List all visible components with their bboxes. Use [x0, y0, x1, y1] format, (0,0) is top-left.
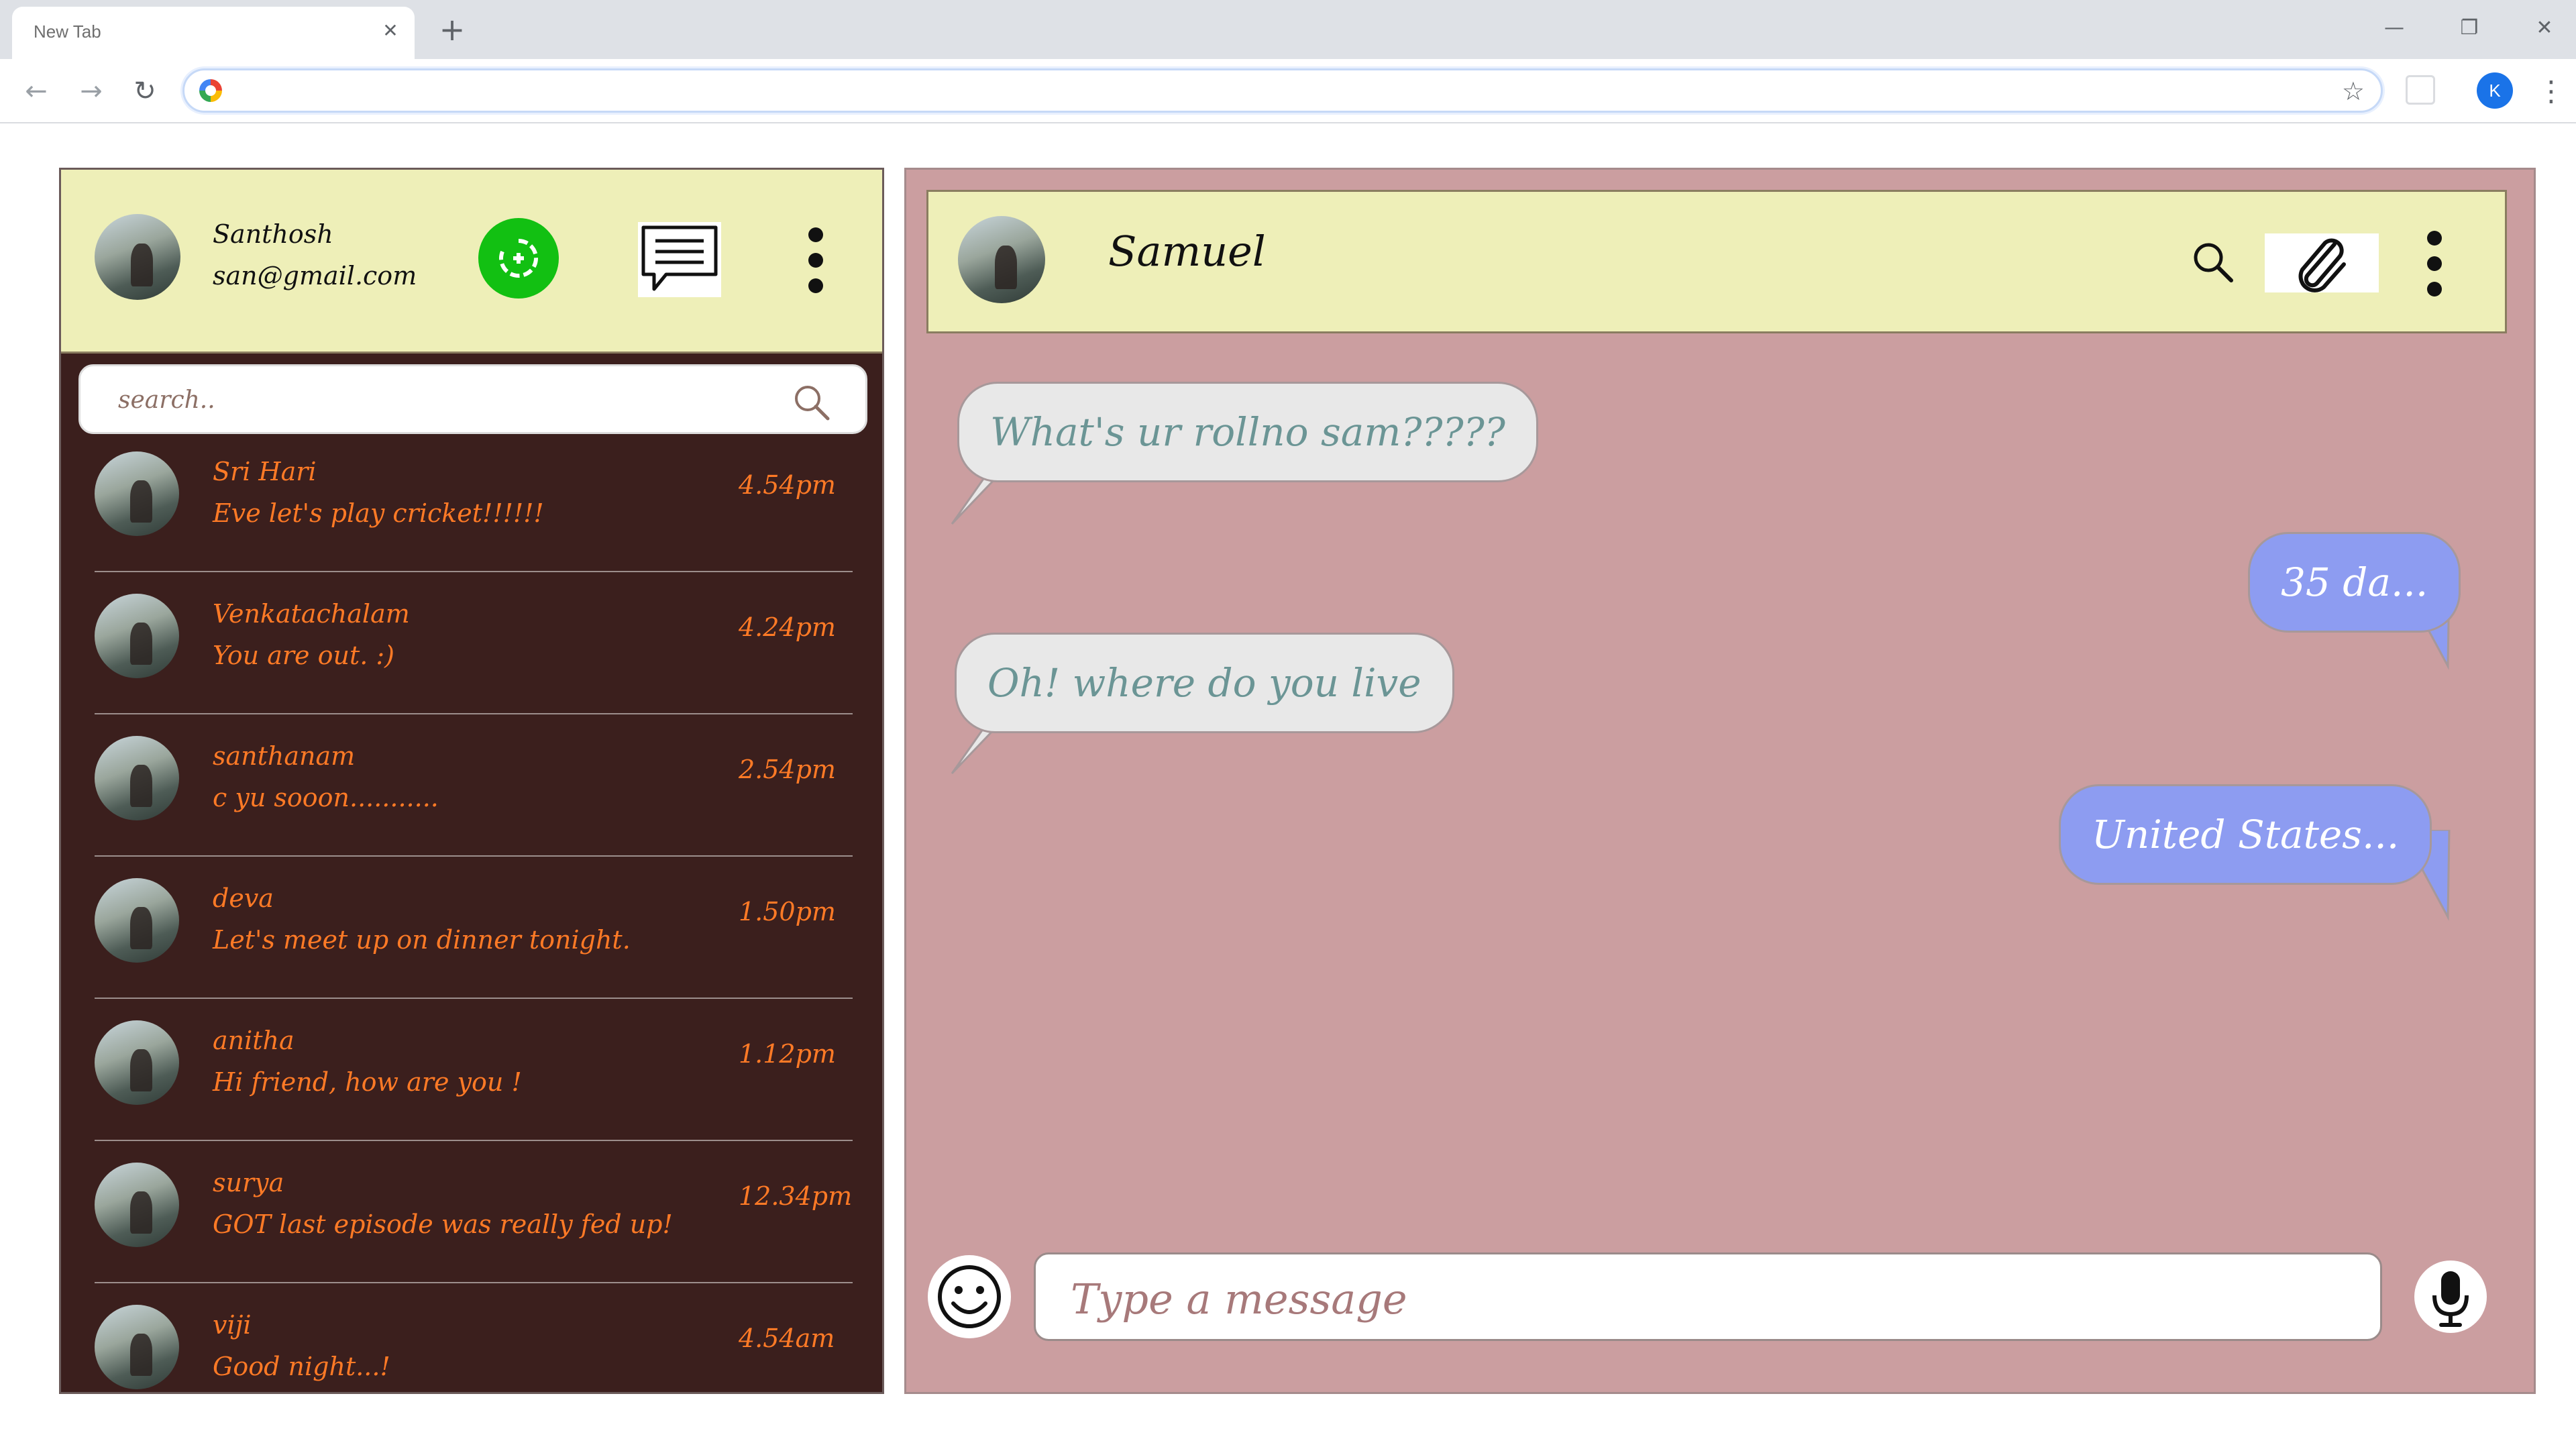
close-tab-icon[interactable]: ✕	[378, 19, 402, 43]
new-chat-button[interactable]	[638, 222, 721, 297]
forward-icon[interactable]: →	[71, 71, 111, 111]
outgoing-message: United States...	[2059, 784, 2432, 885]
status-button[interactable]	[478, 218, 559, 299]
attach-button[interactable]	[2265, 233, 2379, 292]
contact-divider	[95, 855, 853, 857]
google-icon	[199, 79, 222, 102]
tab-title: New Tab	[34, 21, 101, 42]
emoji-button[interactable]	[928, 1255, 1011, 1338]
contact-time: 1.12pm	[739, 1039, 836, 1069]
contact-avatar	[95, 594, 179, 678]
partner-avatar[interactable]	[958, 216, 1045, 303]
contact-avatar	[95, 736, 179, 820]
profile-header: Santhosh san@gmail.com	[61, 170, 882, 354]
contact-avatar	[95, 1305, 179, 1389]
contact-avatar	[95, 1163, 179, 1247]
browser-tab[interactable]: New Tab ✕	[12, 7, 415, 59]
contact-divider	[95, 1282, 853, 1283]
contact-avatar	[95, 878, 179, 963]
contact-avatar	[95, 1020, 179, 1105]
contact-name: Venkatachalam	[213, 599, 410, 629]
search-icon[interactable]	[792, 382, 832, 423]
user-email: san@gmail.com	[213, 261, 417, 290]
contact-last-message: Hi friend, how are you !	[213, 1067, 522, 1097]
contact-last-message: Let's meet up on dinner tonight.	[213, 925, 631, 955]
contacts-panel: Santhosh san@gmail.com search.. Sri Hari…	[59, 168, 884, 1394]
profile-avatar[interactable]: K	[2477, 72, 2513, 109]
user-avatar[interactable]	[95, 214, 180, 300]
contact-last-message: c yu sooon...........	[213, 783, 439, 812]
chat-partner-name: Samuel	[1108, 227, 1266, 276]
message-input[interactable]: Type a message	[1034, 1252, 2382, 1341]
contact-time: 12.34pm	[739, 1181, 853, 1211]
new-tab-button[interactable]: +	[435, 13, 470, 48]
chat-panel: Samuel What's ur rollno sam????? 35 da..…	[904, 168, 2536, 1394]
outgoing-message: 35 da...	[2248, 532, 2461, 633]
contact-divider	[95, 571, 853, 572]
contact-name: surya	[213, 1168, 284, 1197]
more-vertical-icon[interactable]	[806, 227, 826, 294]
search-input[interactable]: search..	[78, 364, 867, 434]
extension-icon[interactable]	[2406, 75, 2435, 105]
contact-time: 4.54pm	[739, 470, 836, 500]
incoming-message: What's ur rollno sam?????	[957, 382, 1538, 482]
contact-name: Sri Hari	[213, 457, 317, 486]
contact-last-message: Eve let's play cricket!!!!!!	[213, 498, 544, 528]
search-icon[interactable]	[2190, 239, 2238, 287]
contact-last-message: You are out. :)	[213, 641, 395, 670]
contact-time: 4.54am	[739, 1324, 835, 1353]
contact-last-message: Good night...!	[213, 1352, 390, 1381]
browser-toolbar: ← → ↻ ☆ K ⋮	[0, 59, 2576, 123]
address-bar[interactable]: ☆	[182, 68, 2383, 113]
smiley-icon	[938, 1265, 1001, 1328]
contact-name: anitha	[213, 1026, 294, 1055]
contact-avatar	[95, 451, 179, 536]
back-icon[interactable]: ←	[16, 71, 56, 111]
browser-menu-icon[interactable]: ⋮	[2537, 71, 2565, 111]
user-name: Santhosh	[213, 219, 333, 249]
bookmark-star-icon[interactable]: ☆	[2342, 74, 2365, 108]
contact-name: santhanam	[213, 741, 356, 771]
contact-time: 4.24pm	[739, 612, 836, 642]
contact-item[interactable]: viji Good night...! 4.54am	[95, 1305, 853, 1392]
contact-name: deva	[213, 883, 274, 913]
incoming-message: Oh! where do you live	[955, 633, 1454, 733]
chat-message-icon	[641, 225, 718, 291]
browser-tabstrip: New Tab ✕ + — ❐ ✕	[0, 0, 2576, 59]
contact-divider	[95, 713, 853, 714]
contact-name: viji	[213, 1310, 252, 1340]
minimize-icon[interactable]: —	[2372, 9, 2416, 47]
status-refresh-icon	[499, 239, 538, 278]
message-input-placeholder: Type a message	[1071, 1275, 1407, 1324]
contact-time: 1.50pm	[739, 897, 836, 926]
contact-time: 2.54pm	[739, 755, 836, 784]
search-placeholder: search..	[118, 386, 215, 414]
mic-button[interactable]	[2414, 1260, 2487, 1333]
chat-header: Samuel	[926, 190, 2507, 333]
restore-icon[interactable]: ❐	[2447, 9, 2491, 47]
microphone-icon	[2432, 1271, 2469, 1327]
contact-divider	[95, 998, 853, 999]
contact-last-message: GOT last episode was really fed up!	[213, 1210, 673, 1239]
paperclip-icon	[2298, 238, 2346, 292]
more-vertical-icon[interactable]	[2424, 231, 2445, 298]
reload-icon[interactable]: ↻	[125, 71, 165, 111]
message-composer: Type a message	[906, 1252, 2534, 1362]
window-close-icon[interactable]: ✕	[2522, 9, 2567, 47]
contact-divider	[95, 1140, 853, 1141]
